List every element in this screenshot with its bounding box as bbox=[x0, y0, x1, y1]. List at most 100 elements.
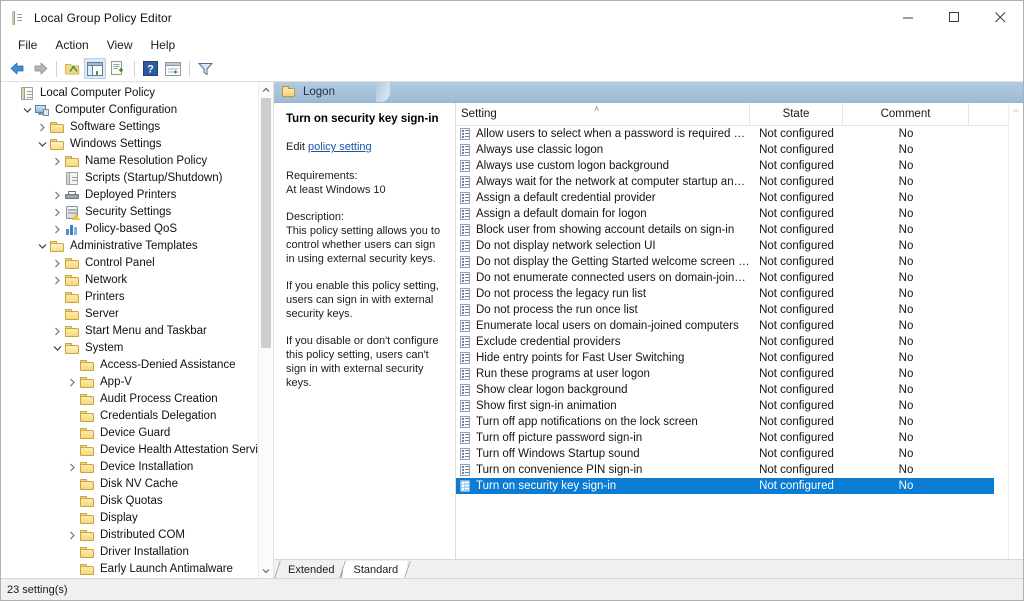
settings-row[interactable]: Do not process the run once listNot conf… bbox=[456, 302, 1023, 318]
settings-row-comment: No bbox=[843, 368, 969, 380]
menu-view[interactable]: View bbox=[98, 36, 142, 55]
tree-item[interactable]: Name Resolution Policy bbox=[1, 153, 259, 170]
tree-item[interactable]: Access-Denied Assistance bbox=[1, 357, 259, 374]
scroll-up-icon[interactable] bbox=[259, 82, 273, 97]
settings-row[interactable]: Show clear logon backgroundNot configure… bbox=[456, 382, 1023, 398]
settings-row[interactable]: Show first sign-in animationNot configur… bbox=[456, 398, 1023, 414]
tree-item-label: Computer Configuration bbox=[54, 102, 177, 119]
show-hide-tree-icon[interactable] bbox=[84, 58, 106, 79]
chevron-right-icon[interactable] bbox=[50, 255, 64, 272]
menu-action[interactable]: Action bbox=[46, 36, 97, 55]
column-header-comment[interactable]: Comment bbox=[843, 103, 969, 125]
tree-item[interactable]: Disk Quotas bbox=[1, 493, 259, 510]
settings-row[interactable]: Turn off app notifications on the lock s… bbox=[456, 414, 1023, 430]
tree-item[interactable]: Device Installation bbox=[1, 459, 259, 476]
tree-scroll-thumb[interactable] bbox=[261, 98, 271, 348]
tab-extended[interactable]: Extended bbox=[278, 561, 343, 578]
tree-item[interactable]: Local Computer Policy bbox=[1, 85, 259, 102]
back-icon[interactable] bbox=[6, 58, 28, 79]
tree-item[interactable]: Scripts (Startup/Shutdown) bbox=[1, 170, 259, 187]
tree-item[interactable]: Computer Configuration bbox=[1, 102, 259, 119]
tree-vertical-scrollbar[interactable] bbox=[258, 82, 273, 578]
column-header-state[interactable]: State bbox=[750, 103, 843, 125]
settings-row[interactable]: Assign a default credential providerNot … bbox=[456, 190, 1023, 206]
settings-row[interactable]: Do not enumerate connected users on doma… bbox=[456, 270, 1023, 286]
policy-setting-link[interactable]: policy setting bbox=[308, 141, 372, 153]
chevron-down-icon[interactable] bbox=[50, 340, 64, 357]
list-scroll-up-icon[interactable] bbox=[1009, 103, 1023, 118]
settings-row[interactable]: Always wait for the network at computer … bbox=[456, 174, 1023, 190]
chevron-right-icon[interactable] bbox=[50, 323, 64, 340]
tree-item[interactable]: Distributed COM bbox=[1, 527, 259, 544]
tree-item[interactable]: Deployed Printers bbox=[1, 187, 259, 204]
tree-item[interactable]: Windows Settings bbox=[1, 136, 259, 153]
menu-file[interactable]: File bbox=[9, 36, 46, 55]
export-list-icon[interactable] bbox=[107, 58, 129, 79]
tree-item[interactable]: Driver Installation bbox=[1, 544, 259, 561]
tree-item[interactable]: Disk NV Cache bbox=[1, 476, 259, 493]
chevron-right-icon[interactable] bbox=[50, 204, 64, 221]
chevron-right-icon[interactable] bbox=[50, 153, 64, 170]
help-icon[interactable]: ? bbox=[139, 58, 161, 79]
settings-row[interactable]: Run these programs at user logonNot conf… bbox=[456, 366, 1023, 382]
chevron-right-icon[interactable] bbox=[50, 272, 64, 289]
settings-row[interactable]: Exclude credential providersNot configur… bbox=[456, 334, 1023, 350]
console-tree[interactable]: Local Computer PolicyComputer Configurat… bbox=[1, 82, 259, 578]
tree-item[interactable]: Policy-based QoS bbox=[1, 221, 259, 238]
settings-row-state: Not configured bbox=[750, 144, 843, 156]
maximize-button[interactable] bbox=[931, 1, 977, 34]
chevron-down-icon[interactable] bbox=[35, 238, 49, 255]
chevron-right-icon[interactable] bbox=[50, 221, 64, 238]
scroll-down-icon[interactable] bbox=[259, 563, 273, 578]
tree-item[interactable]: Credentials Delegation bbox=[1, 408, 259, 425]
filter-icon[interactable] bbox=[194, 58, 216, 79]
tree-item[interactable]: System bbox=[1, 340, 259, 357]
settings-row[interactable]: Block user from showing account details … bbox=[456, 222, 1023, 238]
settings-row[interactable]: Always use classic logonNot configuredNo bbox=[456, 142, 1023, 158]
tree-item[interactable]: Security Settings bbox=[1, 204, 259, 221]
settings-row[interactable]: Always use custom logon backgroundNot co… bbox=[456, 158, 1023, 174]
settings-row[interactable]: Enumerate local users on domain-joined c… bbox=[456, 318, 1023, 334]
menu-help[interactable]: Help bbox=[142, 36, 185, 55]
chevron-right-icon[interactable] bbox=[65, 527, 79, 544]
settings-row[interactable]: Assign a default domain for logonNot con… bbox=[456, 206, 1023, 222]
chevron-down-icon[interactable] bbox=[20, 102, 34, 119]
main-split: Local Computer PolicyComputer Configurat… bbox=[1, 82, 1023, 578]
up-one-level-icon[interactable] bbox=[61, 58, 83, 79]
column-header-setting[interactable]: Setting ˄ bbox=[456, 103, 750, 125]
chevron-right-icon[interactable] bbox=[65, 374, 79, 391]
tree-item[interactable]: Network bbox=[1, 272, 259, 289]
tree-item[interactable]: App-V bbox=[1, 374, 259, 391]
chevron-down-icon[interactable] bbox=[35, 136, 49, 153]
tree-item[interactable]: Device Guard bbox=[1, 425, 259, 442]
tab-standard[interactable]: Standard bbox=[343, 561, 407, 578]
tree-item[interactable]: Audit Process Creation bbox=[1, 391, 259, 408]
close-button[interactable] bbox=[977, 1, 1023, 34]
settings-row-selected[interactable]: Turn on security key sign-inNot configur… bbox=[456, 478, 994, 494]
list-scroll-gutter[interactable] bbox=[1008, 103, 1023, 559]
settings-row[interactable]: Turn off Windows Startup soundNot config… bbox=[456, 446, 1023, 462]
tree-item[interactable]: Server bbox=[1, 306, 259, 323]
tree-item[interactable]: Control Panel bbox=[1, 255, 259, 272]
chevron-right-icon[interactable] bbox=[65, 459, 79, 476]
settings-row[interactable]: Do not display the Getting Started welco… bbox=[456, 254, 1023, 270]
chevron-right-icon[interactable] bbox=[50, 187, 64, 204]
tree-item[interactable]: Display bbox=[1, 510, 259, 527]
settings-row[interactable]: Turn off picture password sign-inNot con… bbox=[456, 430, 1023, 446]
settings-row[interactable]: Hide entry points for Fast User Switchin… bbox=[456, 350, 1023, 366]
settings-row[interactable]: Turn on convenience PIN sign-inNot confi… bbox=[456, 462, 1023, 478]
forward-icon[interactable] bbox=[29, 58, 51, 79]
tree-item[interactable]: Administrative Templates bbox=[1, 238, 259, 255]
settings-row[interactable]: Do not process the legacy run listNot co… bbox=[456, 286, 1023, 302]
settings-row[interactable]: Allow users to select when a password is… bbox=[456, 126, 1023, 142]
minimize-button[interactable] bbox=[885, 1, 931, 34]
tree-item[interactable]: Start Menu and Taskbar bbox=[1, 323, 259, 340]
tree-item[interactable]: Software Settings bbox=[1, 119, 259, 136]
settings-list[interactable]: Allow users to select when a password is… bbox=[456, 126, 1023, 559]
settings-row[interactable]: Do not display network selection UINot c… bbox=[456, 238, 1023, 254]
properties-icon[interactable] bbox=[162, 58, 184, 79]
tree-item[interactable]: Printers bbox=[1, 289, 259, 306]
tree-item[interactable]: Device Health Attestation Service bbox=[1, 442, 259, 459]
tree-item[interactable]: Early Launch Antimalware bbox=[1, 561, 259, 578]
chevron-right-icon[interactable] bbox=[35, 119, 49, 136]
